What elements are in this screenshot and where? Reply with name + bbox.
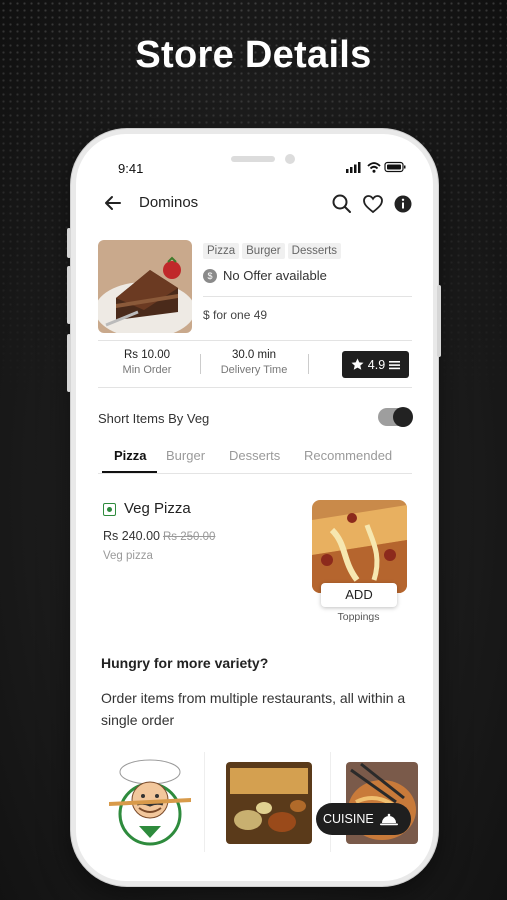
phone-side-button — [67, 228, 71, 258]
info-icon[interactable] — [392, 193, 414, 215]
divider — [98, 387, 412, 388]
veg-toggle[interactable] — [378, 407, 413, 427]
stat-value: 30.0 min — [231, 349, 277, 361]
store-tags: Pizza Burger Desserts — [203, 241, 344, 259]
promo-heading: Hungry for more variety? — [101, 655, 269, 671]
divider — [203, 296, 412, 297]
item-price: Rs 240.00 — [103, 529, 160, 543]
veg-indicator-icon — [103, 503, 116, 516]
tab-burger[interactable]: Burger — [166, 448, 205, 463]
cuisine-button[interactable]: CUISINE — [316, 803, 411, 835]
toggle-knob — [393, 407, 413, 427]
phone-power-button — [437, 285, 441, 357]
promo-text: Order items from multiple restaurants, a… — [101, 690, 406, 728]
cuisine-label: CUISINE — [323, 812, 374, 826]
stat-label: Min Order — [122, 364, 172, 376]
add-button[interactable]: ADD — [321, 583, 397, 607]
item-name: Veg Pizza — [124, 500, 191, 517]
rating-value: 4.9 — [367, 357, 386, 372]
phone-volume-down — [67, 334, 71, 392]
rating-badge[interactable]: 4.9 — [342, 351, 409, 378]
tag: Pizza — [203, 243, 240, 259]
app-screen: 9:41 Dominos Pizza Burger Desserts $ No … — [76, 134, 433, 881]
stat-label: Delivery Time — [220, 364, 288, 376]
cloche-icon — [379, 813, 398, 826]
restaurant-card[interactable] — [91, 752, 205, 852]
status-icons — [346, 161, 406, 173]
toppings-label: Toppings — [337, 611, 380, 623]
offer-text: No Offer available — [223, 268, 327, 283]
item-image — [312, 500, 407, 593]
tab-recommended[interactable]: Recommended — [304, 448, 392, 463]
phone-volume-up — [67, 266, 71, 324]
offer-icon: $ — [203, 268, 217, 283]
chef-logo-image — [109, 759, 191, 846]
store-title: Dominos — [139, 194, 199, 211]
camera — [285, 154, 295, 164]
active-tab-indicator — [102, 471, 157, 473]
item-price-row: Rs 240.00 Rs 250.00 — [103, 529, 215, 543]
item-description: Veg pizza — [103, 550, 153, 562]
speaker — [231, 156, 275, 162]
page-headline: Store Details — [135, 34, 372, 76]
divider — [308, 354, 309, 374]
status-time: 9:41 — [118, 161, 144, 176]
tag: Desserts — [287, 243, 342, 259]
tag: Burger — [242, 243, 285, 259]
thali-image — [226, 762, 312, 844]
stat-value: Rs 10.00 — [123, 349, 171, 361]
stat-delivery-time: 30.0 min Delivery Time — [211, 349, 297, 376]
restaurant-card[interactable] — [216, 752, 331, 852]
restaurant-card[interactable] — [341, 752, 433, 852]
menu-icon — [389, 360, 401, 369]
tabs-divider — [98, 473, 412, 474]
heart-icon[interactable] — [362, 193, 384, 215]
store-image — [98, 240, 192, 333]
search-icon[interactable] — [331, 193, 353, 215]
offer-row: $ No Offer available — [203, 268, 327, 283]
veg-filter-label: Short Items By Veg — [98, 411, 210, 426]
tab-desserts[interactable]: Desserts — [229, 448, 280, 463]
divider — [98, 340, 412, 341]
price-for-one: $ for one 49 — [203, 308, 268, 322]
stat-min-order: Rs 10.00 Min Order — [108, 349, 186, 376]
arrow-left-icon[interactable] — [102, 192, 124, 214]
star-icon — [351, 358, 364, 370]
tab-pizza[interactable]: Pizza — [114, 448, 147, 463]
item-old-price: Rs 250.00 — [162, 531, 216, 543]
divider — [200, 354, 201, 374]
